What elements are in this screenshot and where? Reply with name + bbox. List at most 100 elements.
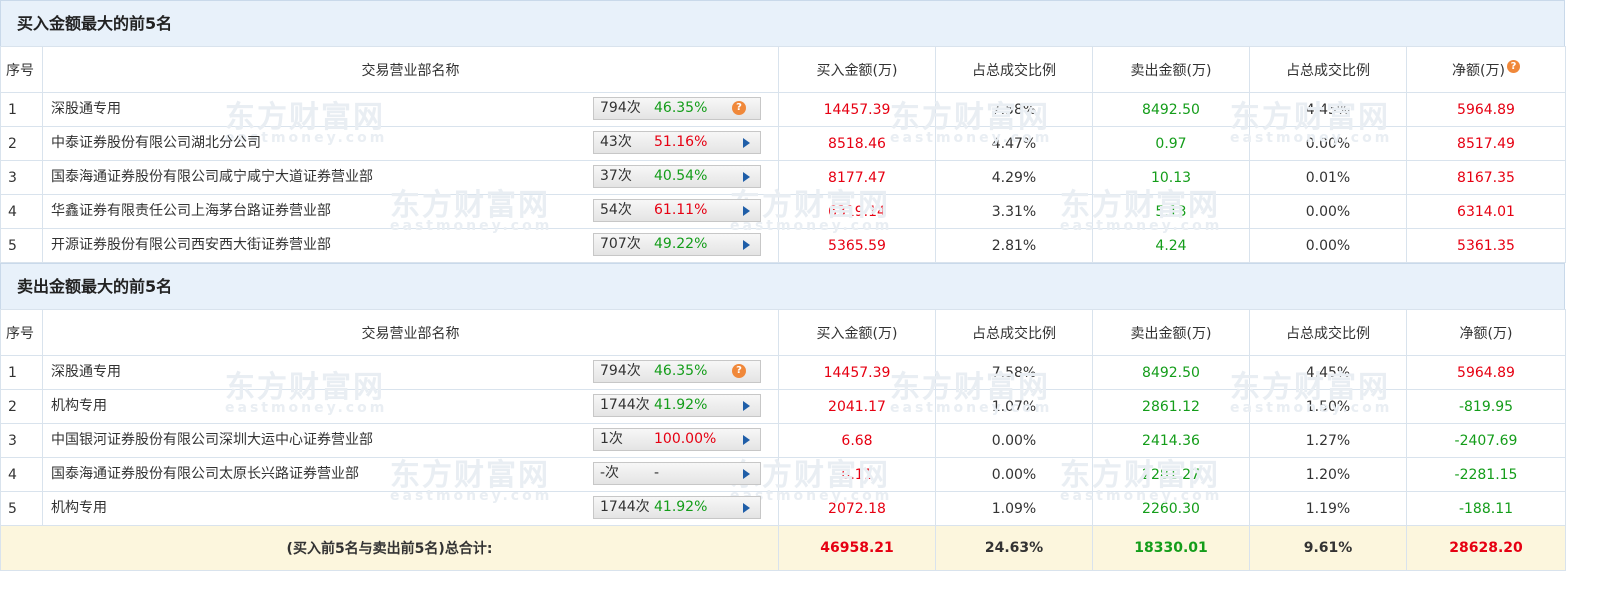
- sell-ratio: 4.45%: [1249, 355, 1407, 390]
- lhb-detail-panel: 东方财富网 eastmoney.com 东方财富网 eastmoney.com 东方…: [0, 0, 1566, 571]
- win-rate: 41.92%: [654, 397, 708, 413]
- col-sell-ratio[interactable]: 占总成交比例: [1249, 46, 1407, 93]
- col-buy-amount[interactable]: 买入金额(万): [778, 46, 936, 93]
- sell-ratio: 1.50%: [1249, 389, 1407, 424]
- expand-arrow-icon[interactable]: [743, 172, 750, 182]
- col-buy-ratio[interactable]: 占总成交比例: [935, 46, 1093, 93]
- buy-ratio: 0.00%: [935, 423, 1093, 458]
- win-rate: 61.11%: [654, 202, 708, 218]
- win-rate: 46.35%: [654, 363, 708, 379]
- dept-stat-button[interactable]: 43次 51.16%: [593, 131, 761, 154]
- col-sell-amount[interactable]: 卖出金额(万): [1092, 46, 1250, 93]
- help-icon[interactable]: ?: [732, 101, 746, 115]
- col-net-amount[interactable]: 净额(万)?: [1406, 46, 1566, 93]
- sell-amount: 8492.50: [1092, 92, 1250, 127]
- col-net-amount[interactable]: 净额(万): [1406, 309, 1566, 356]
- dept-name-link[interactable]: 华鑫证券有限责任公司上海茅台路证券营业部: [51, 195, 331, 228]
- sell-amount: 0.97: [1092, 126, 1250, 161]
- net-amount: -2407.69: [1406, 423, 1566, 458]
- col-buy-ratio[interactable]: 占总成交比例: [935, 309, 1093, 356]
- dept-name-cell: 华鑫证券有限责任公司上海茅台路证券营业部 54次 61.11%: [42, 194, 779, 229]
- appearance-count: 794次: [600, 363, 641, 379]
- sell-ratio: 0.00%: [1249, 194, 1407, 229]
- row-index: 2: [0, 389, 43, 424]
- help-icon[interactable]: ?: [1506, 59, 1520, 73]
- total-label: (买入前5名与卖出前5名)总合计:: [0, 525, 779, 571]
- dept-name-link[interactable]: 国泰海通证券股份有限公司咸宁咸宁大道证券营业部: [51, 161, 373, 194]
- total-sell-ratio: 9.61%: [1249, 525, 1407, 571]
- table-row: 1 深股通专用 794次 46.35%? 14457.39 7.58% 8492.50 4.4…: [0, 355, 1566, 390]
- dept-name-link[interactable]: 国泰海通证券股份有限公司太原长兴路证券营业部: [51, 458, 359, 491]
- expand-arrow-icon[interactable]: [743, 469, 750, 479]
- dept-stat-button[interactable]: 1次 100.00%: [593, 428, 761, 451]
- dept-name-cell: 开源证券股份有限公司西安西大街证券营业部 707次 49.22%: [42, 228, 779, 263]
- expand-arrow-icon[interactable]: [743, 138, 750, 148]
- dept-name-link[interactable]: 开源证券股份有限公司西安西大街证券营业部: [51, 229, 331, 262]
- row-index: 3: [0, 160, 43, 195]
- dept-stat-button[interactable]: 794次 46.35%?: [593, 97, 761, 120]
- buy-ratio: 0.00%: [935, 457, 1093, 492]
- total-buy: 46958.21: [778, 525, 936, 571]
- net-amount: 8517.49: [1406, 126, 1566, 161]
- sell-top5-title: 卖出金额最大的前5名: [0, 263, 1565, 309]
- dept-name-cell: 机构专用 1744次 41.92%: [42, 389, 779, 424]
- table-header-row: 序号 交易营业部名称 买入金额(万) 占总成交比例 卖出金额(万) 占总成交比例…: [0, 309, 1566, 356]
- buy-amount: 6.68: [778, 423, 936, 458]
- dept-stat-button[interactable]: 54次 61.11%: [593, 199, 761, 222]
- col-sell-amount[interactable]: 卖出金额(万): [1092, 309, 1250, 356]
- expand-arrow-icon[interactable]: [743, 240, 750, 250]
- table-row: 3 中国银河证券股份有限公司深圳大运中心证券营业部 1次 100.00% 6.68 0.0…: [0, 423, 1566, 458]
- dept-stat-button[interactable]: 1744次 41.92%: [593, 496, 761, 519]
- appearance-count: 43次: [600, 134, 632, 150]
- dept-stat-button[interactable]: 707次 49.22%: [593, 233, 761, 256]
- table-row: 1 深股通专用 794次 46.35%? 14457.39 7.58% 8492.50 4.4…: [0, 92, 1566, 127]
- dept-name-cell: 国泰海通证券股份有限公司咸宁咸宁大道证券营业部 37次 40.54%: [42, 160, 779, 195]
- dept-name-cell: 机构专用 1744次 41.92%: [42, 491, 779, 526]
- help-icon[interactable]: ?: [732, 364, 746, 378]
- sell-amount: 5.13: [1092, 194, 1250, 229]
- buy-amount: 8177.47: [778, 160, 936, 195]
- expand-arrow-icon[interactable]: [743, 401, 750, 411]
- total-label-prefix: (买入前5名与卖出前5名): [286, 541, 445, 557]
- buy-amount: 14457.39: [778, 92, 936, 127]
- net-amount: -188.11: [1406, 491, 1566, 526]
- dept-name-link[interactable]: 中国银河证券股份有限公司深圳大运中心证券营业部: [51, 424, 373, 457]
- row-index: 1: [0, 92, 43, 127]
- buy-amount: 2041.17: [778, 389, 936, 424]
- sell-amount: 10.13: [1092, 160, 1250, 195]
- win-rate: 41.92%: [654, 499, 708, 515]
- table-row: 5 机构专用 1744次 41.92% 2072.18 1.09% 2260.30 1.19%…: [0, 491, 1566, 526]
- buy-top5-table: 序号 交易营业部名称 买入金额(万) 占总成交比例 卖出金额(万) 占总成交比例…: [0, 46, 1566, 263]
- expand-arrow-icon[interactable]: [743, 435, 750, 445]
- buy-ratio: 7.58%: [935, 355, 1093, 390]
- table-row: 4 国泰海通证券股份有限公司太原长兴路证券营业部 -次 - 0.11 0.00% 2281.…: [0, 457, 1566, 492]
- col-sell-ratio[interactable]: 占总成交比例: [1249, 309, 1407, 356]
- dept-name-cell: 中国银河证券股份有限公司深圳大运中心证券营业部 1次 100.00%: [42, 423, 779, 458]
- appearance-count: -次: [600, 465, 620, 481]
- dept-name-link[interactable]: 机构专用: [51, 492, 107, 525]
- sell-amount: 2281.27: [1092, 457, 1250, 492]
- col-buy-amount[interactable]: 买入金额(万): [778, 309, 936, 356]
- buy-ratio: 1.09%: [935, 491, 1093, 526]
- dept-name-cell: 中泰证券股份有限公司湖北分公司 43次 51.16%: [42, 126, 779, 161]
- expand-arrow-icon[interactable]: [743, 503, 750, 513]
- dept-name-link[interactable]: 机构专用: [51, 390, 107, 423]
- row-index: 2: [0, 126, 43, 161]
- dept-name-link[interactable]: 中泰证券股份有限公司湖北分公司: [51, 127, 261, 160]
- dept-stat-button[interactable]: 1744次 41.92%: [593, 394, 761, 417]
- net-amount: 5964.89: [1406, 92, 1566, 127]
- col-dept-name: 交易营业部名称: [42, 46, 779, 93]
- dept-stat-button[interactable]: 794次 46.35%?: [593, 360, 761, 383]
- appearance-count: 54次: [600, 202, 632, 218]
- row-index: 5: [0, 228, 43, 263]
- dept-name-link[interactable]: 深股通专用: [51, 93, 121, 126]
- dept-stat-button[interactable]: -次 -: [593, 462, 761, 485]
- dept-name-link[interactable]: 深股通专用: [51, 356, 121, 389]
- total-row: (买入前5名与卖出前5名)总合计: 46958.21 24.63% 18330.…: [0, 525, 1566, 571]
- dept-name-cell: 深股通专用 794次 46.35%?: [42, 355, 779, 390]
- sell-amount: 8492.50: [1092, 355, 1250, 390]
- net-amount: 5361.35: [1406, 228, 1566, 263]
- expand-arrow-icon[interactable]: [743, 206, 750, 216]
- dept-stat-button[interactable]: 37次 40.54%: [593, 165, 761, 188]
- table-header-row: 序号 交易营业部名称 买入金额(万) 占总成交比例 卖出金额(万) 占总成交比例…: [0, 46, 1566, 93]
